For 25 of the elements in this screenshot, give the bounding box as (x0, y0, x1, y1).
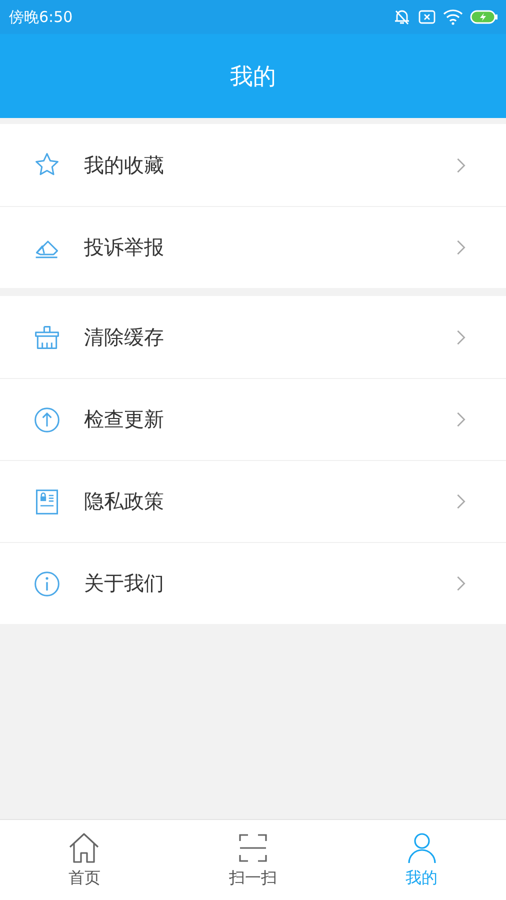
tab-item[interactable]: 首页 (0, 820, 169, 900)
status-time: 傍晚6:50 (9, 8, 73, 26)
home-icon (67, 831, 102, 865)
chevron-right-icon (456, 156, 466, 174)
scan-icon (236, 831, 270, 865)
up-arrow-circle-icon (33, 406, 61, 434)
bell-off-icon (393, 9, 411, 25)
menu-item[interactable]: 清除缓存 (0, 296, 506, 378)
menu-item[interactable]: 关于我们 (0, 542, 506, 624)
tab-item[interactable]: 扫一扫 (168, 820, 338, 900)
sim-icon (418, 9, 436, 25)
chevron-right-icon (456, 575, 466, 592)
chevron-right-icon (456, 411, 466, 428)
wifi-icon (443, 9, 463, 25)
chevron-right-icon (456, 239, 466, 256)
menu-item[interactable]: 我的收藏 (0, 124, 506, 206)
info-icon (33, 570, 61, 598)
battery-icon (470, 10, 498, 24)
document-lock-icon (33, 488, 61, 516)
menu-item[interactable]: 隐私政策 (0, 460, 506, 542)
page-title: 我的 (230, 62, 276, 92)
chevron-right-icon (456, 493, 466, 510)
menu-item[interactable]: 投诉举报 (0, 206, 506, 288)
chevron-right-icon (456, 328, 466, 346)
menu-item[interactable]: 检查更新 (0, 378, 506, 460)
